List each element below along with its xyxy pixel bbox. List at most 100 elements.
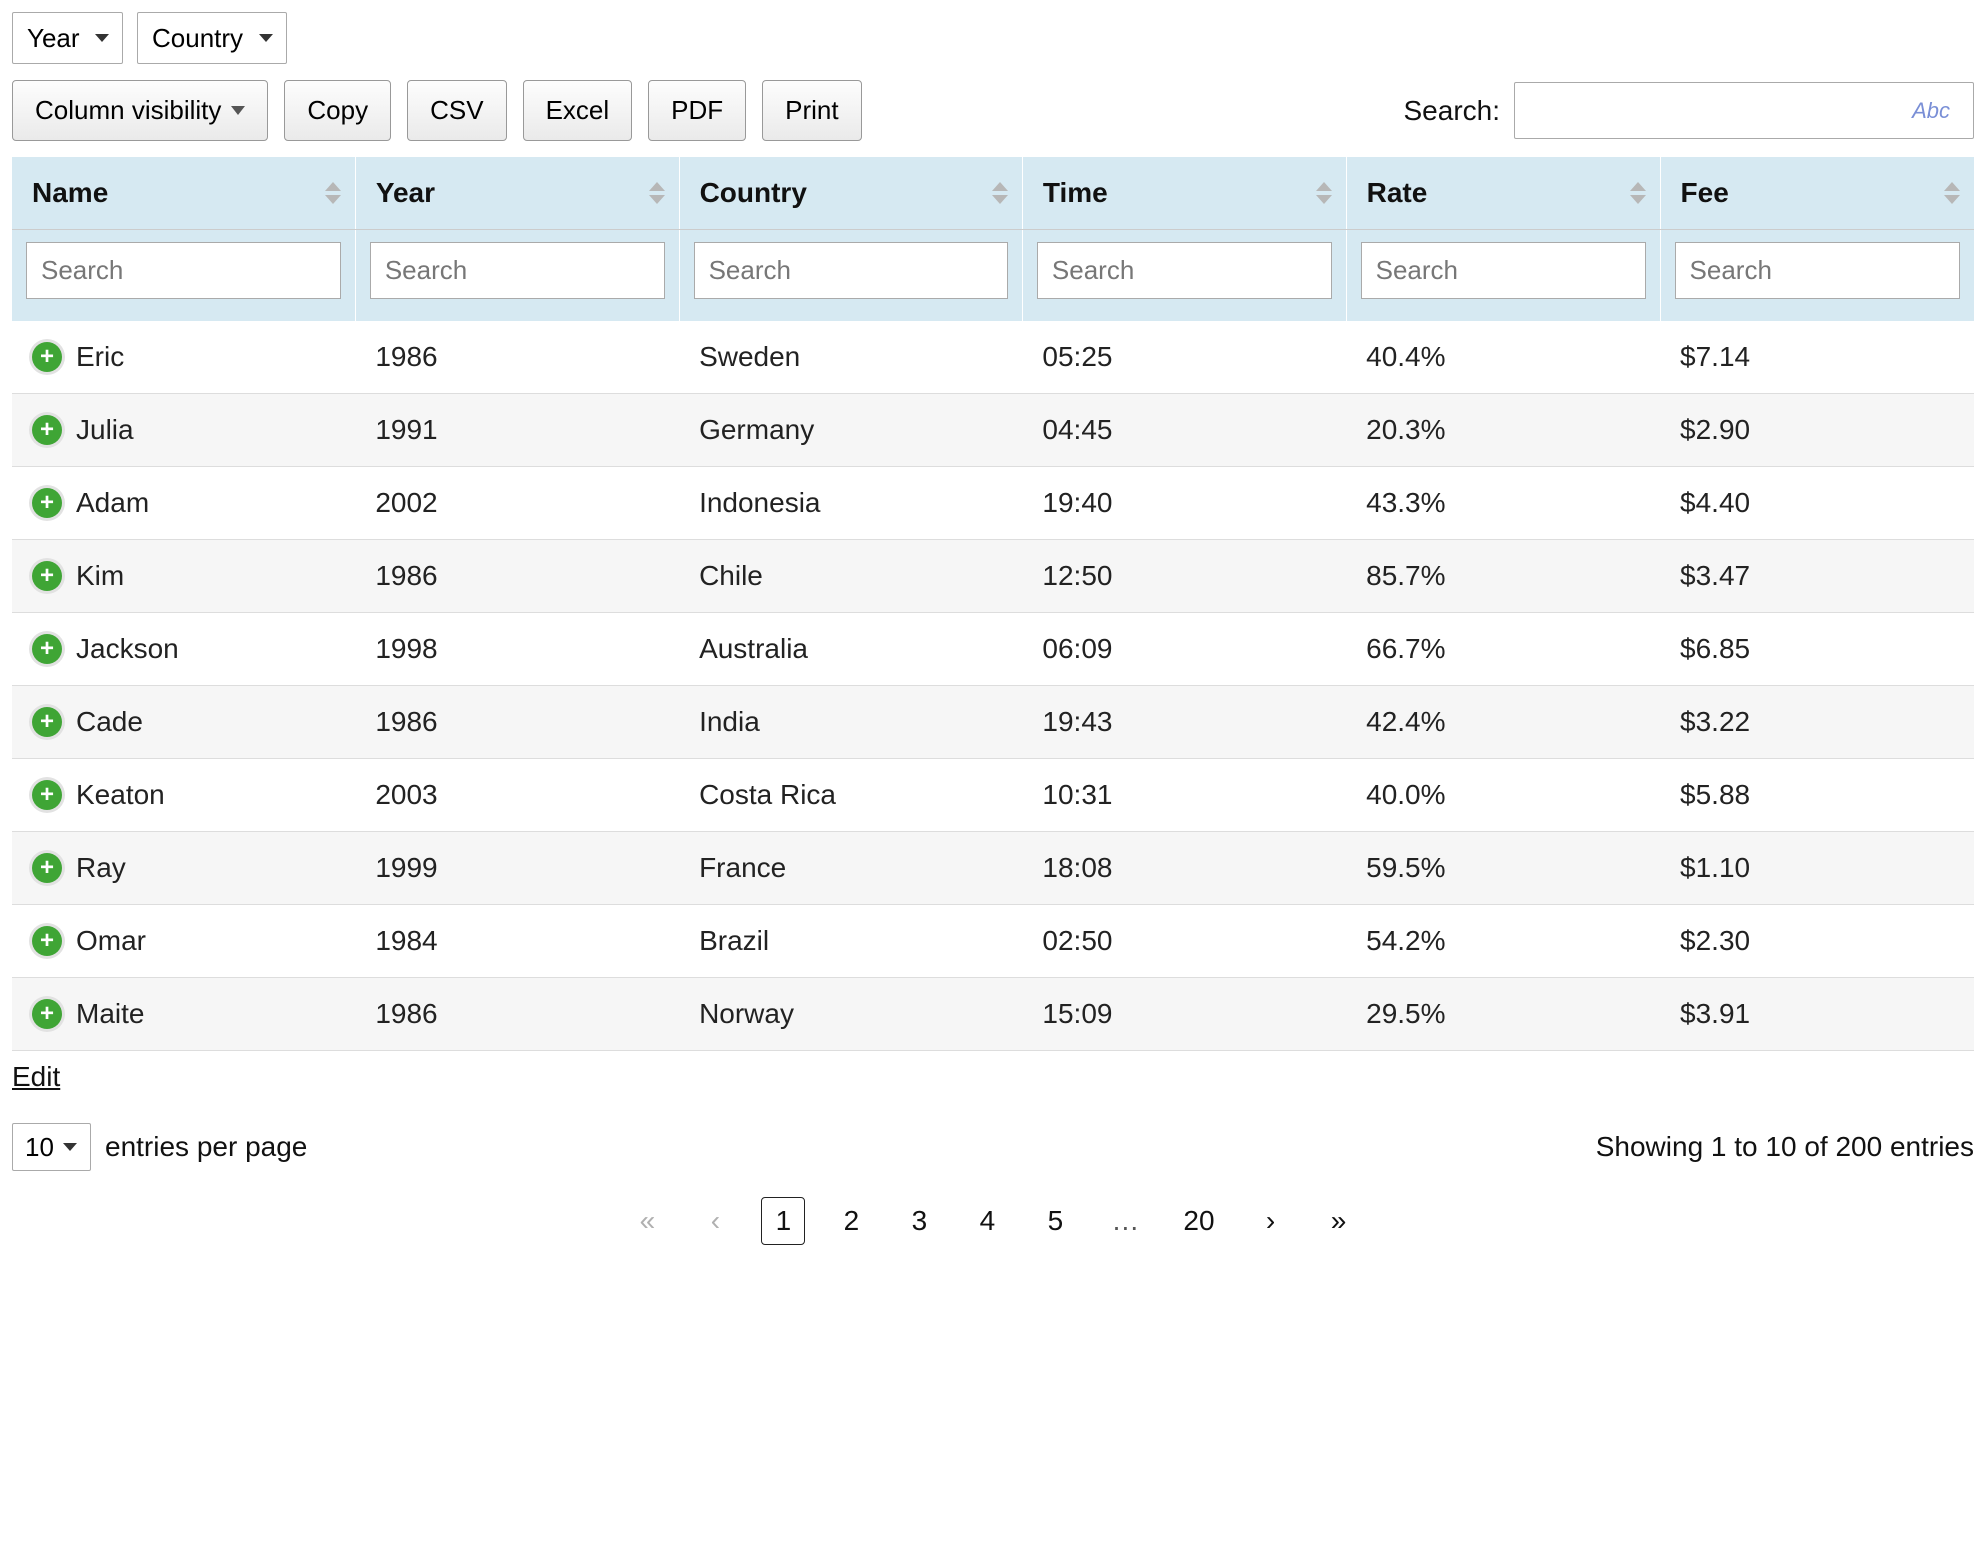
column-visibility-button[interactable]: Column visibility xyxy=(12,80,268,141)
expand-row-icon[interactable]: + xyxy=(32,707,62,737)
cell-fee: $3.47 xyxy=(1660,540,1974,613)
cell-rate: 20.3% xyxy=(1346,394,1660,467)
cell-name-text: Kim xyxy=(76,560,124,592)
column-search-time[interactable] xyxy=(1037,242,1332,299)
cell-name: + Jackson xyxy=(12,613,355,686)
pdf-button[interactable]: PDF xyxy=(648,80,746,141)
expand-row-icon[interactable]: + xyxy=(32,342,62,372)
column-search-name[interactable] xyxy=(26,242,341,299)
column-search-year[interactable] xyxy=(370,242,665,299)
cell-name-text: Jackson xyxy=(76,633,179,665)
per-page-select[interactable]: 10 xyxy=(12,1123,91,1171)
cell-country: Australia xyxy=(679,613,1022,686)
sort-icon xyxy=(1944,182,1960,204)
cell-country: Costa Rica xyxy=(679,759,1022,832)
expand-row-icon[interactable]: + xyxy=(32,853,62,883)
column-header-country[interactable]: Country xyxy=(679,157,1022,230)
cell-name: + Maite xyxy=(12,978,355,1051)
pager-page-4[interactable]: 4 xyxy=(965,1197,1009,1245)
cell-fee: $6.85 xyxy=(1660,613,1974,686)
column-header-name[interactable]: Name xyxy=(12,157,355,230)
table-footer: 10 entries per page Showing 1 to 10 of 2… xyxy=(12,1123,1974,1171)
column-search-country[interactable] xyxy=(694,242,1008,299)
cell-fee: $3.22 xyxy=(1660,686,1974,759)
pager-last[interactable]: » xyxy=(1317,1197,1361,1245)
per-page-label: entries per page xyxy=(105,1131,307,1163)
cell-time: 05:25 xyxy=(1022,321,1346,394)
pager-page-5[interactable]: 5 xyxy=(1033,1197,1077,1245)
per-page-select-wrap: 10 xyxy=(12,1123,91,1171)
expand-row-icon[interactable]: + xyxy=(32,488,62,518)
expand-row-icon[interactable]: + xyxy=(32,634,62,664)
expand-row-icon[interactable]: + xyxy=(32,780,62,810)
column-search-rate[interactable] xyxy=(1361,242,1646,299)
global-search: Search: Abc xyxy=(1404,82,1975,139)
pager-page-3[interactable]: 3 xyxy=(897,1197,941,1245)
cell-fee: $2.30 xyxy=(1660,905,1974,978)
column-header-time[interactable]: Time xyxy=(1022,157,1346,230)
cell-year: 1984 xyxy=(355,905,679,978)
column-header-fee[interactable]: Fee xyxy=(1660,157,1974,230)
per-page-control: 10 entries per page xyxy=(12,1123,307,1171)
cell-name-text: Omar xyxy=(76,925,146,957)
csv-button[interactable]: CSV xyxy=(407,80,506,141)
cell-country: Indonesia xyxy=(679,467,1022,540)
pager-first[interactable]: « xyxy=(625,1197,669,1245)
cell-fee: $2.90 xyxy=(1660,394,1974,467)
column-header-rate[interactable]: Rate xyxy=(1346,157,1660,230)
table-row: +Maite1986Norway15:0929.5%$3.91 xyxy=(12,978,1974,1051)
column-search-fee[interactable] xyxy=(1675,242,1960,299)
cell-name: +Ray xyxy=(12,832,355,905)
cell-year: 1991 xyxy=(355,394,679,467)
cell-year: 1986 xyxy=(355,321,679,394)
excel-button[interactable]: Excel xyxy=(523,80,633,141)
pager-prev[interactable]: ‹ xyxy=(693,1197,737,1245)
cell-year: 1998 xyxy=(355,613,679,686)
table-row: +Julia1991Germany04:4520.3%$2.90 xyxy=(12,394,1974,467)
column-header-label: Fee xyxy=(1681,177,1729,208)
cell-name-text: Adam xyxy=(76,487,149,519)
table-row: +Cade1986India19:4342.4%$3.22 xyxy=(12,686,1974,759)
table-row: +Keaton2003Costa Rica10:3140.0%$5.88 xyxy=(12,759,1974,832)
cell-year: 1986 xyxy=(355,540,679,613)
cell-time: 15:09 xyxy=(1022,978,1346,1051)
pager-page-2[interactable]: 2 xyxy=(829,1197,873,1245)
cell-time: 04:45 xyxy=(1022,394,1346,467)
cell-name: + Omar xyxy=(12,905,355,978)
country-select[interactable]: Country xyxy=(137,12,287,64)
filter-selects: Year Country xyxy=(12,12,1974,64)
pager-page-1[interactable]: 1 xyxy=(761,1197,805,1245)
cell-country: Sweden xyxy=(679,321,1022,394)
expand-row-icon[interactable]: + xyxy=(32,415,62,445)
pager-next[interactable]: › xyxy=(1249,1197,1293,1245)
expand-row-icon[interactable]: + xyxy=(32,561,62,591)
search-box: Abc xyxy=(1514,82,1974,139)
cell-fee: $7.14 xyxy=(1660,321,1974,394)
year-select[interactable]: Year xyxy=(12,12,123,64)
cell-name-text: Keaton xyxy=(76,779,165,811)
column-header-label: Country xyxy=(700,177,807,208)
edit-link[interactable]: Edit xyxy=(12,1061,60,1093)
cell-name: + Eric xyxy=(12,321,355,394)
cell-name-text: Maite xyxy=(76,998,144,1030)
cell-rate: 66.7% xyxy=(1346,613,1660,686)
table-info: Showing 1 to 10 of 200 entries xyxy=(1596,1131,1974,1163)
cell-year: 2002 xyxy=(355,467,679,540)
cell-name-text: Eric xyxy=(76,341,124,373)
cell-fee: $4.40 xyxy=(1660,467,1974,540)
column-filter-time xyxy=(1022,230,1346,322)
search-input[interactable] xyxy=(1514,82,1974,139)
copy-button[interactable]: Copy xyxy=(284,80,391,141)
column-header-year[interactable]: Year xyxy=(355,157,679,230)
export-button-group: Column visibility Copy CSV Excel PDF Pri… xyxy=(12,80,862,141)
cell-country: India xyxy=(679,686,1022,759)
pager-page-20[interactable]: 20 xyxy=(1173,1197,1224,1245)
cell-rate: 40.0% xyxy=(1346,759,1660,832)
print-button[interactable]: Print xyxy=(762,80,861,141)
sort-icon xyxy=(992,182,1008,204)
sort-icon xyxy=(1316,182,1332,204)
cell-fee: $5.88 xyxy=(1660,759,1974,832)
expand-row-icon[interactable]: + xyxy=(32,999,62,1029)
cell-time: 19:40 xyxy=(1022,467,1346,540)
expand-row-icon[interactable]: + xyxy=(32,926,62,956)
